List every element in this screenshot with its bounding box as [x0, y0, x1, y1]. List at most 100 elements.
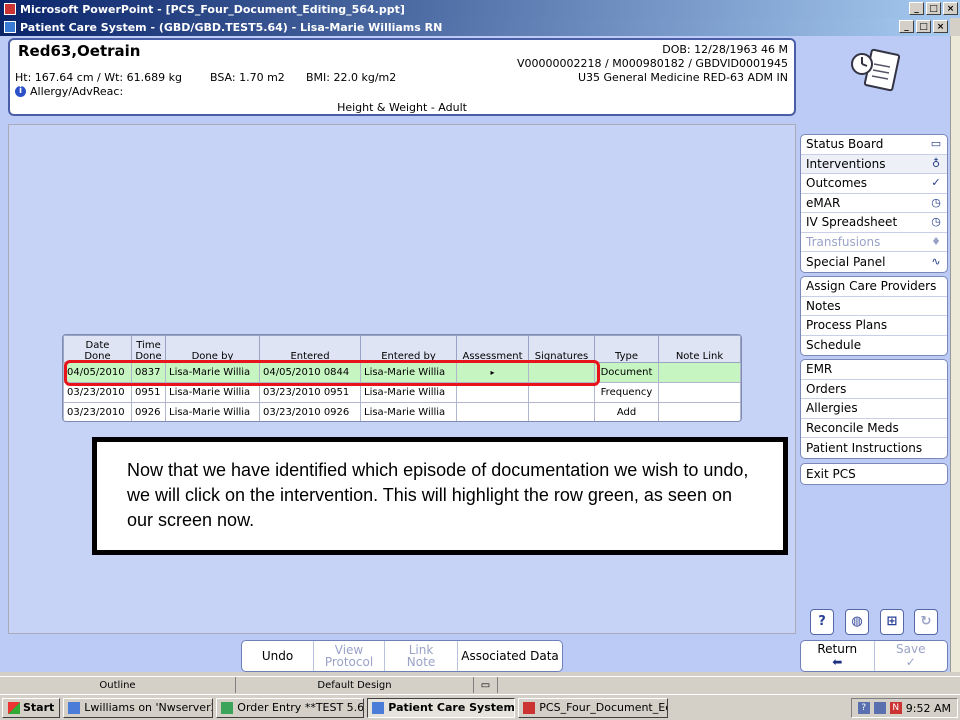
powerpoint-title: Microsoft PowerPoint - [PCS_Four_Documen…: [20, 2, 405, 16]
view-protocol-button[interactable]: View Protocol: [314, 641, 385, 671]
transfusions-icon: ♦: [931, 234, 941, 248]
allergy-line[interactable]: i Allergy/AdvReac:: [15, 85, 123, 98]
col-assessment[interactable]: Assessment: [456, 335, 529, 363]
nav-label: Outcomes: [806, 176, 868, 191]
nav-assign-care-providers[interactable]: Assign Care Providers: [801, 277, 947, 297]
nav-label: IV Spreadsheet: [806, 215, 898, 230]
pcs-maximize-button[interactable]: □: [916, 20, 931, 33]
tutorial-callout: Now that we have identified which episod…: [92, 437, 788, 555]
save-button[interactable]: Save ✓: [875, 641, 948, 671]
nav-process-plans[interactable]: Process Plans: [801, 316, 947, 336]
system-tray: ? N 9:52 AM: [850, 698, 958, 718]
nav-exit-pcs[interactable]: Exit PCS: [801, 464, 947, 484]
help-icon[interactable]: ?: [810, 609, 834, 635]
refresh-icon[interactable]: ↻: [914, 609, 938, 635]
col-done-by[interactable]: Done by: [165, 335, 260, 363]
pcs-title: Patient Care System - (GBD/GBD.TEST5.64)…: [20, 20, 443, 34]
col-signatures[interactable]: Signatures: [528, 335, 595, 363]
checkmark-icon: ✓: [905, 655, 916, 669]
nav-schedule[interactable]: Schedule: [801, 336, 947, 356]
web-icon[interactable]: ◍: [845, 609, 869, 635]
nav-emar[interactable]: eMAR ◷: [801, 194, 947, 213]
patient-header: Red63,Oetrain Ht: 167.64 cm / Wt: 61.689…: [8, 38, 796, 116]
cell-note-link[interactable]: [658, 382, 741, 403]
col-time-done[interactable]: Time Done: [131, 335, 166, 363]
nav-patient-instructions[interactable]: Patient Instructions: [801, 438, 947, 458]
cell-date: 03/23/2010: [63, 402, 132, 421]
taskbar-item[interactable]: PCS_Four_Document_Ed...: [518, 697, 669, 718]
taskbar-item[interactable]: Lwilliams on 'Nwserver2\...: [63, 697, 214, 718]
special-panel-icon: ∿: [931, 254, 941, 268]
dob: DOB: 12/28/1963 46 M: [662, 43, 788, 56]
nav-group-care: Assign Care Providers Notes Process Plan…: [800, 276, 948, 356]
col-note-link[interactable]: Note Link: [658, 335, 741, 363]
cell-note-link[interactable]: [658, 402, 741, 421]
nav-reconcile-meds[interactable]: Reconcile Meds: [801, 419, 947, 438]
cell-assessment[interactable]: [456, 402, 529, 421]
powerpoint-side-ruler: [950, 36, 960, 672]
pcs-icon: [372, 701, 385, 714]
return-button[interactable]: Return ⬅: [801, 641, 875, 671]
nav-iv-spreadsheet[interactable]: IV Spreadsheet ◷: [801, 213, 947, 233]
iv-spreadsheet-icon: ◷: [931, 215, 941, 229]
nav-outcomes[interactable]: Outcomes ✓: [801, 174, 947, 194]
table-row[interactable]: 03/23/2010 0926 Lisa-Marie Willia 03/23/…: [63, 402, 741, 421]
action-bar: Undo View Protocol Link Note Associated …: [241, 640, 563, 672]
nav-orders[interactable]: Orders: [801, 380, 947, 399]
cell-type: Document: [594, 362, 659, 383]
nav-label: Transfusions: [806, 234, 881, 249]
ppt-minimize-button[interactable]: _: [909, 2, 924, 15]
taskbar-item-label: Patient Care System ...: [388, 701, 515, 714]
clock: 9:52 AM: [905, 701, 951, 715]
taskbar-item-label: PCS_Four_Document_Ed...: [539, 701, 667, 714]
nav-special-panel[interactable]: Special Panel ∿: [801, 252, 947, 272]
nav-allergies[interactable]: Allergies: [801, 399, 947, 419]
col-entered[interactable]: Entered: [259, 335, 361, 363]
cell-note-link[interactable]: [658, 362, 741, 383]
link-note-button[interactable]: Link Note: [385, 641, 458, 671]
screen-title: Height & Weight - Adult: [337, 101, 467, 114]
allergy-label: Allergy/AdvReac:: [30, 85, 124, 98]
cell-entered: 03/23/2010 0926: [259, 402, 361, 421]
outline-tab[interactable]: Outline: [0, 677, 236, 693]
col-entered-by[interactable]: Entered by: [360, 335, 457, 363]
back-arrow-icon: ⬅: [832, 655, 843, 669]
nav-notes[interactable]: Notes: [801, 297, 947, 316]
nav-emr[interactable]: EMR: [801, 360, 947, 380]
help-tray-icon[interactable]: ?: [857, 702, 870, 714]
nav-label: eMAR: [806, 195, 841, 210]
lock-icon[interactable]: ⊞: [880, 609, 904, 635]
network-tray-icon[interactable]: [873, 702, 886, 714]
order-entry-icon: [221, 701, 234, 714]
nav-label: Status Board: [806, 137, 884, 152]
nav-interventions[interactable]: Interventions ♁: [801, 154, 947, 174]
taskbar-item[interactable]: Patient Care System ...: [367, 697, 516, 718]
pcs-close-button[interactable]: ×: [933, 20, 948, 33]
undo-button[interactable]: Undo: [242, 641, 314, 671]
taskbar-item-label: Lwilliams on 'Nwserver2\...: [84, 701, 212, 714]
nav-group-main: Status Board ▭ Interventions ♁ Outcomes ✓ e…: [800, 134, 948, 273]
powerpoint-icon: [523, 701, 536, 714]
taskbar-item[interactable]: Order Entry **TEST 5.6...: [216, 697, 365, 718]
powerpoint-icon: [4, 3, 16, 15]
patient-location: U35 General Medicine RED-63 ADM IN: [577, 71, 788, 84]
antivirus-tray-icon[interactable]: N: [889, 702, 902, 714]
status-board-icon: ▭: [930, 137, 942, 151]
start-button[interactable]: Start: [2, 697, 61, 718]
height-weight: Ht: 167.64 cm / Wt: 61.689 kg: [15, 71, 182, 84]
outcomes-icon: ✓: [931, 176, 941, 190]
col-date-done[interactable]: Date Done: [63, 335, 132, 363]
ppt-maximize-button[interactable]: □: [926, 2, 941, 15]
spellcheck-icon[interactable]: ▭: [474, 677, 498, 693]
ppt-close-button[interactable]: ×: [943, 2, 958, 15]
taskbar-item-label: Order Entry **TEST 5.6...: [237, 701, 365, 714]
cell-time: 0926: [131, 402, 166, 421]
pcs-app-icon: [4, 21, 16, 33]
nav-group-records: EMR Orders Allergies Reconcile Meds Pati…: [800, 359, 948, 459]
col-type[interactable]: Type: [594, 335, 659, 363]
associated-data-button[interactable]: Associated Data: [458, 641, 562, 671]
interventions-icon: ♁: [931, 156, 941, 170]
emar-icon: ◷: [931, 195, 941, 209]
nav-status-board[interactable]: Status Board ▭: [801, 135, 947, 155]
pcs-minimize-button[interactable]: _: [899, 20, 914, 33]
